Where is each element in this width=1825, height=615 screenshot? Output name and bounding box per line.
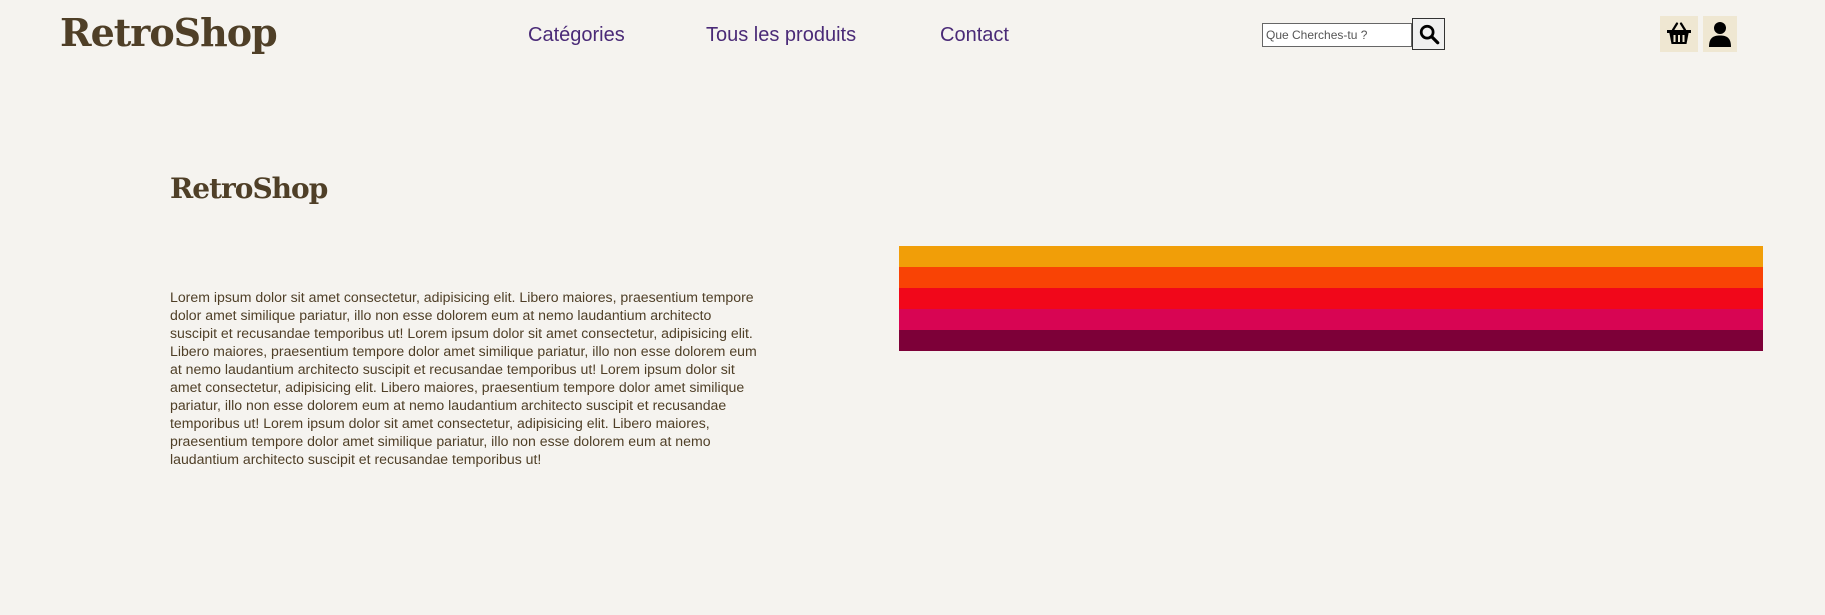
stripe-maroon — [899, 330, 1763, 351]
nav-link-categories[interactable]: Catégories — [528, 20, 625, 50]
main-nav: Catégories Tous les produits Contact — [0, 20, 1825, 50]
user-icon — [1709, 22, 1731, 47]
nav-link-all-products[interactable]: Tous les produits — [706, 20, 856, 50]
stripe-red-orange — [899, 267, 1763, 288]
search-button[interactable] — [1412, 18, 1445, 50]
search-bar — [1262, 18, 1445, 50]
basket-icon — [1667, 22, 1691, 44]
search-icon — [1419, 24, 1439, 45]
stripe-orange — [899, 246, 1763, 267]
stripe-crimson — [899, 309, 1763, 330]
retro-stripes — [899, 246, 1763, 351]
nav-link-contact[interactable]: Contact — [940, 20, 1009, 50]
search-input[interactable] — [1262, 23, 1412, 47]
basket-button[interactable] — [1660, 16, 1698, 52]
stripe-red — [899, 288, 1763, 309]
hero-title: RetroShop — [170, 172, 328, 205]
account-button[interactable] — [1703, 16, 1737, 52]
hero-description: Lorem ipsum dolor sit amet consectetur, … — [170, 289, 757, 467]
